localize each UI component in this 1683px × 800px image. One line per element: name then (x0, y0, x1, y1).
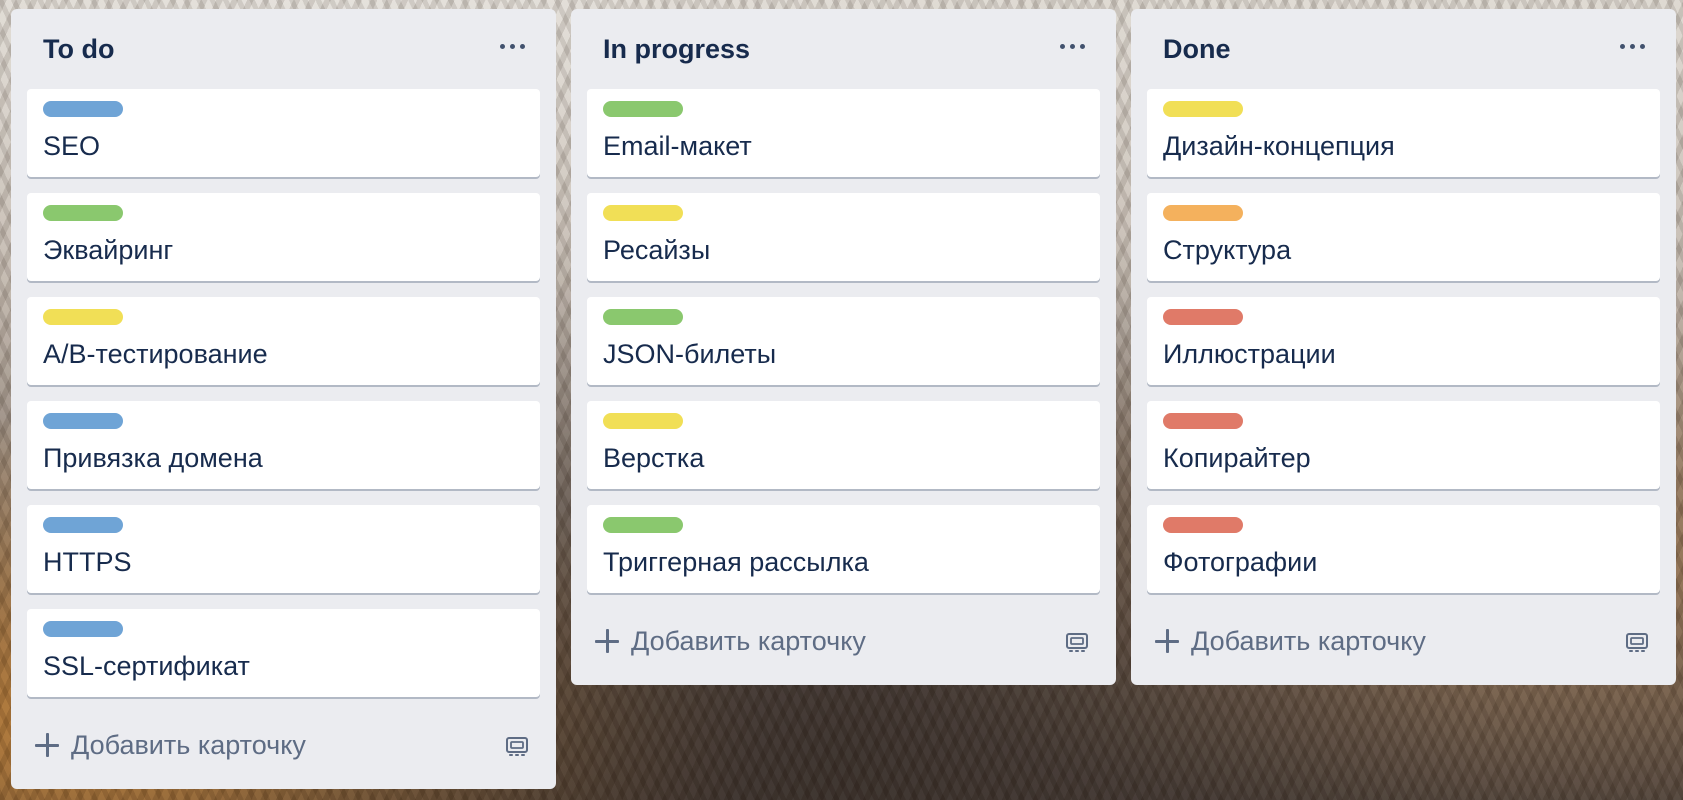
list-done: Done Дизайн-концепция Структура Иллюстра… (1131, 9, 1676, 685)
card-title: SSL-сертификат (43, 651, 250, 681)
card[interactable]: Иллюстрации (1147, 297, 1660, 385)
list-menu-button[interactable] (1612, 31, 1652, 61)
card-title: Фотографии (1163, 547, 1318, 577)
list-in-progress: In progress Email-макет Ресайзы JSON-бил… (571, 9, 1116, 685)
list-footer: Добавить карточку (1147, 609, 1660, 673)
card-title: Дизайн-концепция (1163, 131, 1395, 161)
card[interactable]: HTTPS (27, 505, 540, 593)
more-horizontal-icon (1619, 43, 1625, 49)
card[interactable]: Структура (1147, 193, 1660, 281)
card-template-icon[interactable] (1622, 627, 1652, 657)
more-horizontal-icon (519, 43, 525, 49)
card-title: A/B-тестирование (43, 339, 268, 369)
card-title: JSON-билеты (603, 339, 777, 369)
list-title[interactable]: Done (1163, 34, 1231, 65)
more-horizontal-icon (1059, 43, 1065, 49)
card-template-icon[interactable] (1062, 627, 1092, 657)
card-label (1163, 101, 1243, 117)
more-horizontal-icon (509, 43, 515, 49)
kanban-board: To do SEO Эквайринг A/B-тестирование При… (0, 0, 1683, 800)
card-title: Копирайтер (1163, 443, 1311, 473)
card-label (43, 101, 123, 117)
card-label (43, 205, 123, 221)
card-label (43, 413, 123, 429)
card-label (603, 101, 683, 117)
card[interactable]: Привязка домена (27, 401, 540, 489)
card-title: Иллюстрации (1163, 339, 1336, 369)
list-header: To do (27, 9, 540, 89)
card-label (43, 309, 123, 325)
card[interactable]: Дизайн-концепция (1147, 89, 1660, 177)
card-label (1163, 413, 1243, 429)
add-card-button[interactable]: Добавить карточку (595, 621, 866, 661)
card-title: SEO (43, 131, 101, 161)
card-title: Ресайзы (603, 235, 711, 265)
plus-icon (35, 733, 59, 757)
add-card-label: Добавить карточку (631, 625, 866, 656)
card-label (603, 309, 683, 325)
more-horizontal-icon (1639, 43, 1645, 49)
list-menu-button[interactable] (1052, 31, 1092, 61)
card[interactable]: Триггерная рассылка (587, 505, 1100, 593)
card-label (43, 621, 123, 637)
list-header: In progress (587, 9, 1100, 89)
add-card-button[interactable]: Добавить карточку (35, 725, 306, 765)
card-label (1163, 309, 1243, 325)
card-title: Эквайринг (43, 235, 174, 265)
card-label (603, 205, 683, 221)
card[interactable]: A/B-тестирование (27, 297, 540, 385)
card-title: Email-макет (603, 131, 752, 161)
list-footer: Добавить карточку (27, 713, 540, 777)
card[interactable]: Ресайзы (587, 193, 1100, 281)
card[interactable]: Email-макет (587, 89, 1100, 177)
card[interactable]: SEO (27, 89, 540, 177)
card[interactable]: Фотографии (1147, 505, 1660, 593)
more-horizontal-icon (499, 43, 505, 49)
card-title: HTTPS (43, 547, 132, 577)
add-card-label: Добавить карточку (71, 729, 306, 760)
list-title[interactable]: To do (43, 34, 114, 65)
card-title: Привязка домена (43, 443, 263, 473)
card-label (603, 517, 683, 533)
more-horizontal-icon (1079, 43, 1085, 49)
card-title: Верстка (603, 443, 705, 473)
card-label (43, 517, 123, 533)
list-title[interactable]: In progress (603, 34, 750, 65)
card[interactable]: JSON-билеты (587, 297, 1100, 385)
card-label (1163, 205, 1243, 221)
add-card-label: Добавить карточку (1191, 625, 1426, 656)
list-header: Done (1147, 9, 1660, 89)
card[interactable]: Верстка (587, 401, 1100, 489)
list-menu-button[interactable] (492, 31, 532, 61)
list-footer: Добавить карточку (587, 609, 1100, 673)
card-label (603, 413, 683, 429)
card-list: SEO Эквайринг A/B-тестирование Привязка … (27, 89, 540, 697)
card-list: Дизайн-концепция Структура Иллюстрации К… (1147, 89, 1660, 593)
plus-icon (1155, 629, 1179, 653)
card[interactable]: SSL-сертификат (27, 609, 540, 697)
card-title: Структура (1163, 235, 1292, 265)
plus-icon (595, 629, 619, 653)
card-label (1163, 517, 1243, 533)
card[interactable]: Копирайтер (1147, 401, 1660, 489)
card[interactable]: Эквайринг (27, 193, 540, 281)
card-title: Триггерная рассылка (603, 547, 869, 577)
more-horizontal-icon (1629, 43, 1635, 49)
more-horizontal-icon (1069, 43, 1075, 49)
list-to-do: To do SEO Эквайринг A/B-тестирование При… (11, 9, 556, 789)
card-template-icon[interactable] (502, 731, 532, 761)
add-card-button[interactable]: Добавить карточку (1155, 621, 1426, 661)
card-list: Email-макет Ресайзы JSON-билеты Верстка … (587, 89, 1100, 593)
